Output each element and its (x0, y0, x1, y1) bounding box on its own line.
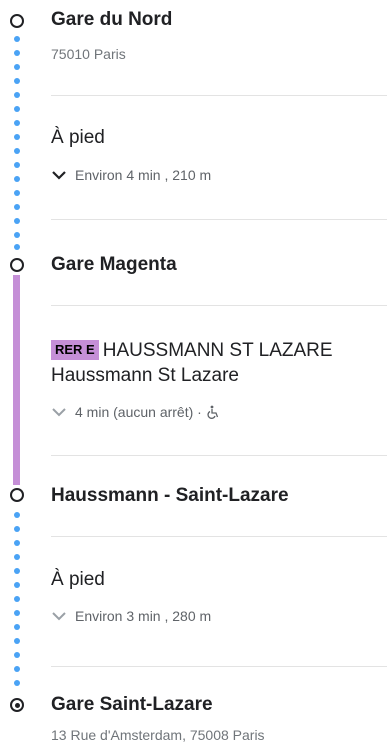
walk-dot (14, 666, 20, 672)
walk-leg-duration: Environ 4 min , 210 m (75, 167, 212, 183)
walk-dot (14, 190, 20, 196)
walk-dot (14, 134, 20, 140)
wheelchair-icon (206, 405, 220, 419)
stop-name-destination[interactable]: Gare Saint-Lazare (51, 694, 213, 716)
divider (51, 219, 387, 220)
stop-name-origin[interactable]: Gare du Nord (51, 9, 172, 31)
transit-leg-line[interactable]: RER E HAUSSMANN ST LAZARE Haussmann St La… (51, 338, 381, 388)
transit-leg-details-toggle[interactable]: 4 min (aucun arrêt) · (51, 404, 220, 420)
walk-dot (14, 582, 20, 588)
walk-dot (14, 624, 20, 630)
divider (51, 95, 387, 96)
walk-dot (14, 680, 20, 686)
walk-dot (14, 232, 20, 238)
walk-dot (14, 244, 20, 250)
chevron-down-icon (51, 169, 67, 181)
chevron-down-icon (51, 406, 67, 418)
walk-leg-title: À pied (51, 569, 105, 590)
destination-marker-icon (10, 698, 24, 712)
chevron-down-icon (51, 610, 67, 622)
walk-dot (14, 512, 20, 518)
walk-dot (14, 540, 20, 546)
walk-dot (14, 204, 20, 210)
walk-dot (14, 610, 20, 616)
rer-e-line (13, 275, 20, 485)
walk-dot (14, 162, 20, 168)
walk-dot (14, 176, 20, 182)
walk-leg-details-toggle[interactable]: Environ 3 min , 280 m (51, 608, 211, 624)
walk-dot (14, 64, 20, 70)
walk-dot (14, 120, 20, 126)
stop-marker-icon (10, 488, 24, 502)
stop-name-gare-magenta[interactable]: Gare Magenta (51, 254, 177, 276)
walk-dot (14, 218, 20, 224)
walk-leg-details-toggle[interactable]: Environ 4 min , 210 m (51, 167, 211, 183)
stop-address-origin: 75010 Paris (51, 46, 126, 62)
route-timeline (0, 0, 40, 747)
walk-dot (14, 652, 20, 658)
walk-dot (14, 78, 20, 84)
walk-dot (14, 638, 20, 644)
stop-marker-icon (10, 258, 24, 272)
walk-dot (14, 106, 20, 112)
walk-dot (14, 36, 20, 42)
walk-dot (14, 568, 20, 574)
walk-dot (14, 50, 20, 56)
divider (51, 305, 387, 306)
walk-dot (14, 92, 20, 98)
walk-dot (14, 596, 20, 602)
walk-dot (14, 526, 20, 532)
walk-leg-duration: Environ 3 min , 280 m (75, 608, 212, 624)
walk-leg-title: À pied (51, 127, 105, 148)
stop-marker-icon (10, 14, 24, 28)
walk-dot (14, 554, 20, 560)
rer-e-badge: RER E (51, 340, 99, 360)
walk-dot (14, 148, 20, 154)
stop-address-destination: 13 Rue d'Amsterdam, 75008 Paris (51, 727, 265, 743)
divider (51, 536, 387, 537)
transit-leg-details: 4 min (aucun arrêt) · (75, 404, 202, 420)
divider (51, 666, 387, 667)
divider (51, 455, 387, 456)
stop-name-haussmann[interactable]: Haussmann - Saint-Lazare (51, 485, 289, 507)
